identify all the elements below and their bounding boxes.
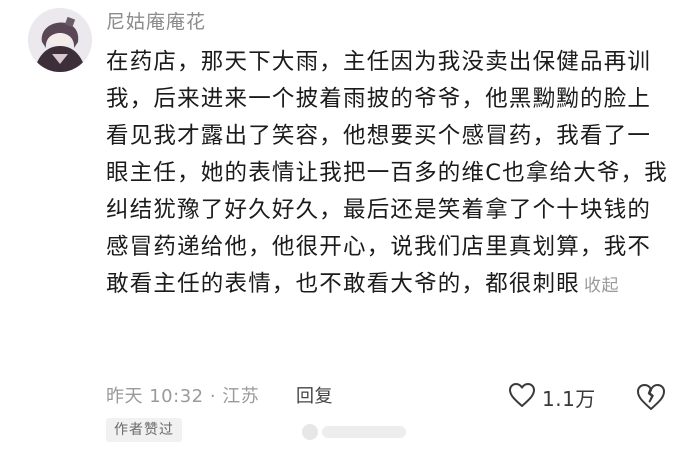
watermark [300, 420, 410, 444]
time-location: 昨天 10:32 · 江苏 [106, 386, 260, 407]
broken-heart-icon [637, 384, 665, 410]
dislike-button[interactable] [636, 382, 666, 412]
like-count: 1.1万 [542, 386, 596, 411]
author-liked-badge: 作者赞过 [106, 418, 182, 442]
reply-button[interactable]: 回复 [296, 382, 333, 412]
heart-outline-icon [508, 382, 536, 412]
collapse-link[interactable]: 收起 [584, 276, 619, 296]
username[interactable]: 尼姑庵庵花 [106, 8, 206, 36]
avatar[interactable] [28, 8, 92, 72]
like-button[interactable]: 1.1万 [508, 380, 596, 414]
comment-body: 在药店，那天下大雨，主任因为我没卖出保健品再训我，后来进来一个披着雨披的爷爷，他… [106, 49, 669, 297]
comment-meta: 昨天 10:32 · 江苏 回复 [106, 382, 333, 412]
comment-text: 在药店，那天下大雨，主任因为我没卖出保健品再训我，后来进来一个披着雨披的爷爷，他… [106, 44, 672, 305]
